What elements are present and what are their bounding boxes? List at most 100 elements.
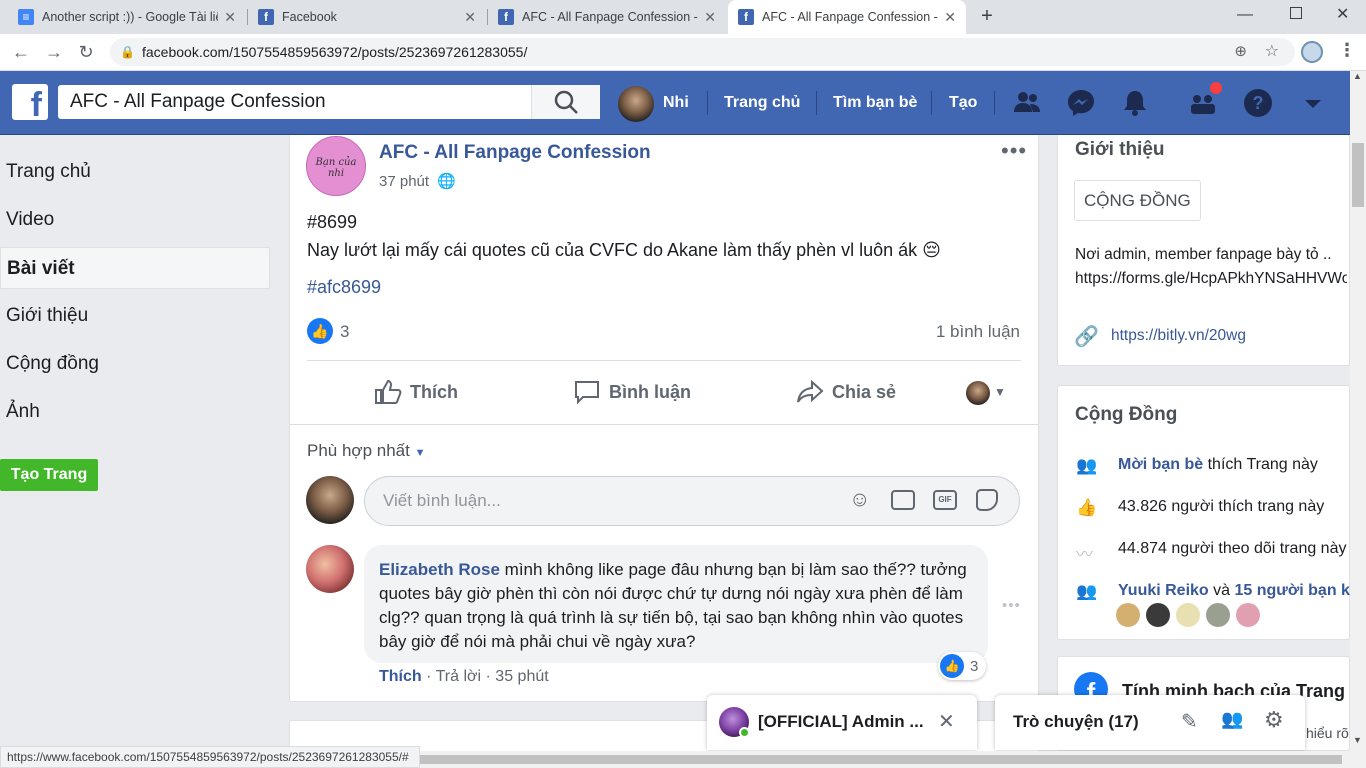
category-tag[interactable]: CỘNG ĐỒNG <box>1074 180 1201 221</box>
friend-avatar[interactable] <box>1206 603 1230 627</box>
page-avatar[interactable]: Bạn của nhi <box>306 136 366 196</box>
comment-button[interactable]: Bình luận <box>573 377 691 407</box>
about-website-link[interactable]: https://bitly.vn/20wg <box>1111 327 1246 345</box>
comment-time[interactable]: 35 phút <box>495 668 548 685</box>
scrollbar-thumb[interactable] <box>1352 143 1364 207</box>
nav-create-link[interactable]: Tạo <box>949 71 977 135</box>
share-button[interactable]: Chia sẻ <box>796 377 896 407</box>
minimize-button[interactable]: — <box>1237 6 1253 24</box>
close-chat-icon[interactable]: ✕ <box>938 709 955 734</box>
community-friends-row: 👥 Yuuki Reiko và 15 người bạn khác <box>1076 582 1351 600</box>
profile-avatar[interactable] <box>1301 41 1323 63</box>
help-icon[interactable]: ? <box>1243 88 1273 118</box>
lock-icon: 🔒 <box>120 45 135 59</box>
post-card: Bạn của nhi AFC - All Fanpage Confession… <box>289 135 1039 702</box>
search-button[interactable] <box>531 85 600 119</box>
other-friends-link[interactable]: 15 người bạn khác <box>1235 582 1351 599</box>
friends-and-text: và <box>1213 582 1231 600</box>
tab-afc-1[interactable]: f AFC - All Fanpage Confession - B ✕ <box>488 0 726 34</box>
close-icon[interactable]: ✕ <box>944 9 956 26</box>
reaction-count[interactable]: 3 <box>340 322 349 342</box>
gear-icon[interactable]: ⚙ <box>1264 707 1284 733</box>
comment-author-link[interactable]: Elizabeth Rose <box>379 560 500 579</box>
user-name-link[interactable]: Nhi <box>663 71 689 135</box>
page-name-link[interactable]: AFC - All Fanpage Confession <box>379 142 651 164</box>
divider <box>290 424 1038 425</box>
commenter-avatar[interactable] <box>306 476 354 524</box>
notifications-icon[interactable] <box>1120 88 1150 118</box>
close-window-button[interactable]: ✕ <box>1336 4 1349 24</box>
like-button[interactable]: Thích <box>374 377 458 407</box>
vertical-scrollbar[interactable]: ▲ ▼ <box>1350 71 1366 751</box>
emoji-icon[interactable]: ☺ <box>849 488 870 512</box>
comment-reactions[interactable]: 👍 3 <box>938 652 986 680</box>
about-description: Nơi admin, member fanpage bày tỏ .. http… <box>1075 243 1347 291</box>
about-form-link[interactable]: https://forms.gle/HcpAPkhYNSaHHVWo7 <box>1075 267 1347 291</box>
left-nav-about[interactable]: Giới thiệu <box>0 295 270 337</box>
sticker-icon[interactable] <box>976 489 998 511</box>
comment-actions: Thích · Trả lời · 35 phút <box>379 668 549 685</box>
friend-avatar[interactable] <box>1236 603 1260 627</box>
chat-conversation-tab[interactable]: [OFFICIAL] Admin ... ✕ <box>707 695 977 750</box>
like-reaction-icon[interactable]: 👍 <box>307 318 333 344</box>
scroll-up-icon[interactable]: ▲ <box>1353 71 1362 81</box>
menu-icon[interactable]: ⋮ <box>1338 40 1356 61</box>
community-follows-row: 〰 44.874 người theo dõi trang này <box>1076 540 1346 564</box>
comment-bubble: Elizabeth Rose mình không like page đâu … <box>364 545 988 663</box>
nav-home-link[interactable]: Trang chủ <box>724 71 800 135</box>
tab-facebook[interactable]: f Facebook ✕ <box>248 0 486 34</box>
invite-friends-link[interactable]: Mời bạn bè <box>1118 456 1203 473</box>
chat-conversation-title: [OFFICIAL] Admin ... <box>758 712 924 731</box>
post-as-chevron-down-icon[interactable]: ▼ <box>994 385 1006 399</box>
friend-avatar[interactable] <box>1146 603 1170 627</box>
comment-options-icon[interactable]: ••• <box>1002 597 1021 614</box>
post-time[interactable]: 37 phút 🌐 <box>379 172 456 190</box>
camera-icon[interactable] <box>891 490 915 510</box>
more-options-icon[interactable]: ••• <box>1001 138 1027 164</box>
comment-like-link[interactable]: Thích <box>379 668 422 685</box>
friend-name-link[interactable]: Yuuki Reiko <box>1118 582 1209 599</box>
gif-icon[interactable]: GIF <box>933 490 957 510</box>
create-group-icon[interactable]: 👥 <box>1221 709 1243 730</box>
reload-button[interactable]: ↻ <box>74 40 98 64</box>
comment-count-link[interactable]: 1 bình luận <box>936 322 1020 342</box>
left-nav-video[interactable]: Video <box>0 199 270 241</box>
user-avatar[interactable] <box>618 86 654 122</box>
transparency-more[interactable]: hiểu rõ <box>1306 725 1349 741</box>
url-field[interactable]: 🔒 facebook.com/1507554859563972/posts/25… <box>110 38 1295 66</box>
left-nav-photos[interactable]: Ảnh <box>0 391 270 433</box>
zoom-icon[interactable]: ⊕ <box>1234 38 1247 66</box>
chat-sidebar-tab[interactable]: Trò chuyện (17) ✎ 👥 ⚙ <box>995 695 1305 750</box>
maximize-button[interactable] <box>1290 7 1302 19</box>
facebook-header: f AFC - All Fanpage Confession Nhi Trang… <box>0 71 1350 135</box>
comment-sort-dropdown[interactable]: Phù hợp nhất ▼ <box>307 441 425 461</box>
close-icon[interactable]: ✕ <box>704 9 716 26</box>
left-nav-posts[interactable]: Bài viết <box>0 247 270 289</box>
post-hashtag-link[interactable]: #afc8699 <box>307 277 381 298</box>
close-icon[interactable]: ✕ <box>224 9 236 26</box>
left-nav-home[interactable]: Trang chủ <box>0 151 270 193</box>
facebook-logo-icon[interactable]: f <box>12 84 48 120</box>
left-nav-community[interactable]: Cộng đồng <box>0 343 270 385</box>
chevron-down-icon[interactable] <box>1298 88 1328 118</box>
comment-reply-link[interactable]: Trả lời <box>436 668 481 685</box>
friend-requests-icon[interactable] <box>1012 88 1042 118</box>
comment-input[interactable]: Viết bình luận... ☺ GIF <box>364 476 1020 526</box>
back-button[interactable]: ← <box>9 40 33 64</box>
tab-google-docs[interactable]: ≡ Another script :)) - Google Tài liệu ✕ <box>8 0 246 34</box>
friend-avatar[interactable] <box>1116 603 1140 627</box>
new-tab-button[interactable]: + <box>976 5 998 27</box>
star-icon[interactable]: ☆ <box>1265 38 1279 66</box>
forward-button[interactable]: → <box>42 40 66 64</box>
messenger-icon[interactable] <box>1066 88 1096 118</box>
scroll-down-icon[interactable]: ▼ <box>1353 735 1362 745</box>
tab-afc-active[interactable]: f AFC - All Fanpage Confession - B ✕ <box>728 0 966 34</box>
post-as-avatar[interactable] <box>966 381 990 405</box>
friend-avatar[interactable] <box>1176 603 1200 627</box>
search-input[interactable]: AFC - All Fanpage Confession <box>58 85 600 119</box>
nav-find-friends-link[interactable]: Tìm bạn bè <box>833 71 917 135</box>
create-page-button[interactable]: Tạo Trang <box>0 459 98 491</box>
comment-author-avatar[interactable] <box>306 545 354 593</box>
new-message-icon[interactable]: ✎ <box>1181 709 1198 734</box>
close-icon[interactable]: ✕ <box>464 9 476 26</box>
